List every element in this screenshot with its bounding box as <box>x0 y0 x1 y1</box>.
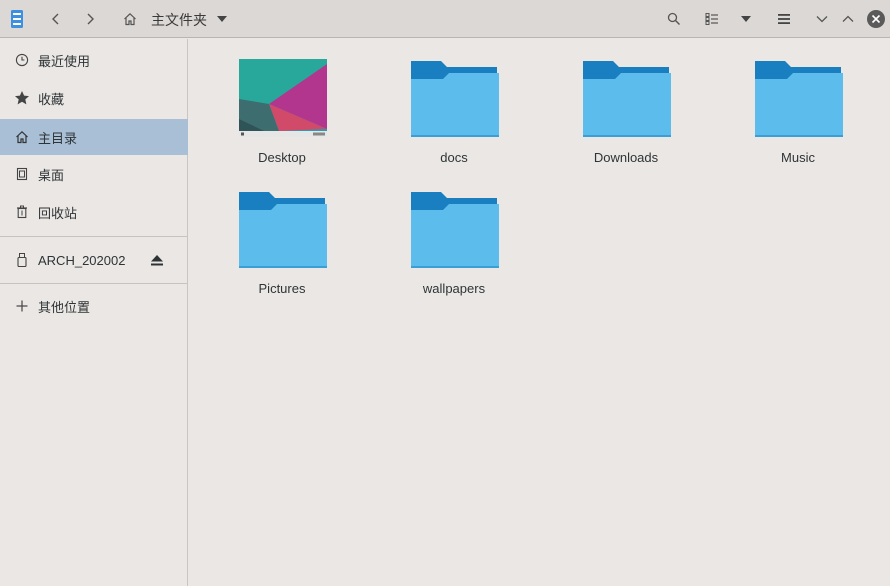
file-manager-window: 主文件夹 最近使用 收藏 主目录 桌面 回收站 ARCH_202002 其他位置… <box>0 0 890 586</box>
sidebar-item-label: 桌面 <box>38 167 65 183</box>
sidebar-item-label: 主目录 <box>38 130 78 146</box>
maximize-icon[interactable] <box>838 8 858 30</box>
path-dropdown-icon[interactable] <box>213 8 231 30</box>
file-name: Downloads <box>593 150 659 165</box>
trash-icon <box>14 204 30 220</box>
home-icon[interactable] <box>121 8 139 30</box>
file-name: docs <box>440 150 468 165</box>
file-item-music[interactable]: Music <box>733 39 863 165</box>
sidebar-separator <box>0 236 188 237</box>
desktop-icon <box>14 166 30 182</box>
sidebar-item-home[interactable]: 主目录 <box>0 119 188 155</box>
file-item-downloads[interactable]: Downloads <box>561 39 691 165</box>
close-icon[interactable] <box>864 8 888 30</box>
sidebar-item-label: 其他位置 <box>38 299 91 315</box>
sidebar-item-device[interactable]: ARCH_202002 <box>0 242 188 278</box>
sidebar-item-label: ARCH_202002 <box>38 252 126 268</box>
minimize-icon[interactable] <box>812 8 832 30</box>
view-dropdown-icon[interactable] <box>736 8 756 30</box>
folder-icon <box>239 192 327 268</box>
sidebar-item-other-locations[interactable]: 其他位置 <box>0 288 188 324</box>
file-name: wallpapers <box>422 281 486 296</box>
sidebar-item-label: 收藏 <box>38 91 65 107</box>
home-icon <box>14 129 30 145</box>
folder-icon <box>755 61 843 137</box>
sidebar-item-starred[interactable]: 收藏 <box>0 80 188 116</box>
file-name: Pictures <box>258 281 306 296</box>
path-bar-label[interactable]: 主文件夹 <box>151 10 207 30</box>
view-mode-icon[interactable] <box>702 8 722 30</box>
folder-icon <box>411 61 499 137</box>
back-icon[interactable] <box>46 8 66 30</box>
app-menu-icon[interactable] <box>8 8 26 30</box>
file-item-wallpapers[interactable]: wallpapers <box>389 170 519 296</box>
file-item-pictures[interactable]: Pictures <box>217 170 347 296</box>
header-bar: 主文件夹 <box>0 0 890 38</box>
forward-icon[interactable] <box>80 8 100 30</box>
clock-icon <box>14 52 30 68</box>
eject-icon[interactable] <box>149 252 165 268</box>
file-icon-view: Desktop docs Downloads Music Pictures wa… <box>189 39 890 586</box>
sidebar-item-label: 回收站 <box>38 205 78 221</box>
places-sidebar: 最近使用 收藏 主目录 桌面 回收站 ARCH_202002 其他位置 <box>0 39 188 586</box>
folder-icon <box>583 61 671 137</box>
file-name: Music <box>781 150 815 165</box>
sidebar-item-desktop[interactable]: 桌面 <box>0 156 188 192</box>
search-icon[interactable] <box>664 8 684 30</box>
usb-drive-icon <box>14 252 30 268</box>
sidebar-separator <box>0 283 188 284</box>
file-name: Desktop <box>258 150 306 165</box>
desktop-thumbnail-image <box>239 59 327 137</box>
star-icon <box>14 90 30 106</box>
sidebar-item-trash[interactable]: 回收站 <box>0 194 188 230</box>
folder-icon <box>411 192 499 268</box>
file-item-desktop[interactable]: Desktop <box>217 39 347 165</box>
sidebar-item-label: 最近使用 <box>38 53 91 69</box>
hamburger-menu-icon[interactable] <box>774 8 794 30</box>
sidebar-item-recent[interactable]: 最近使用 <box>0 42 188 78</box>
plus-icon <box>14 298 30 314</box>
file-item-docs[interactable]: docs <box>389 39 519 165</box>
